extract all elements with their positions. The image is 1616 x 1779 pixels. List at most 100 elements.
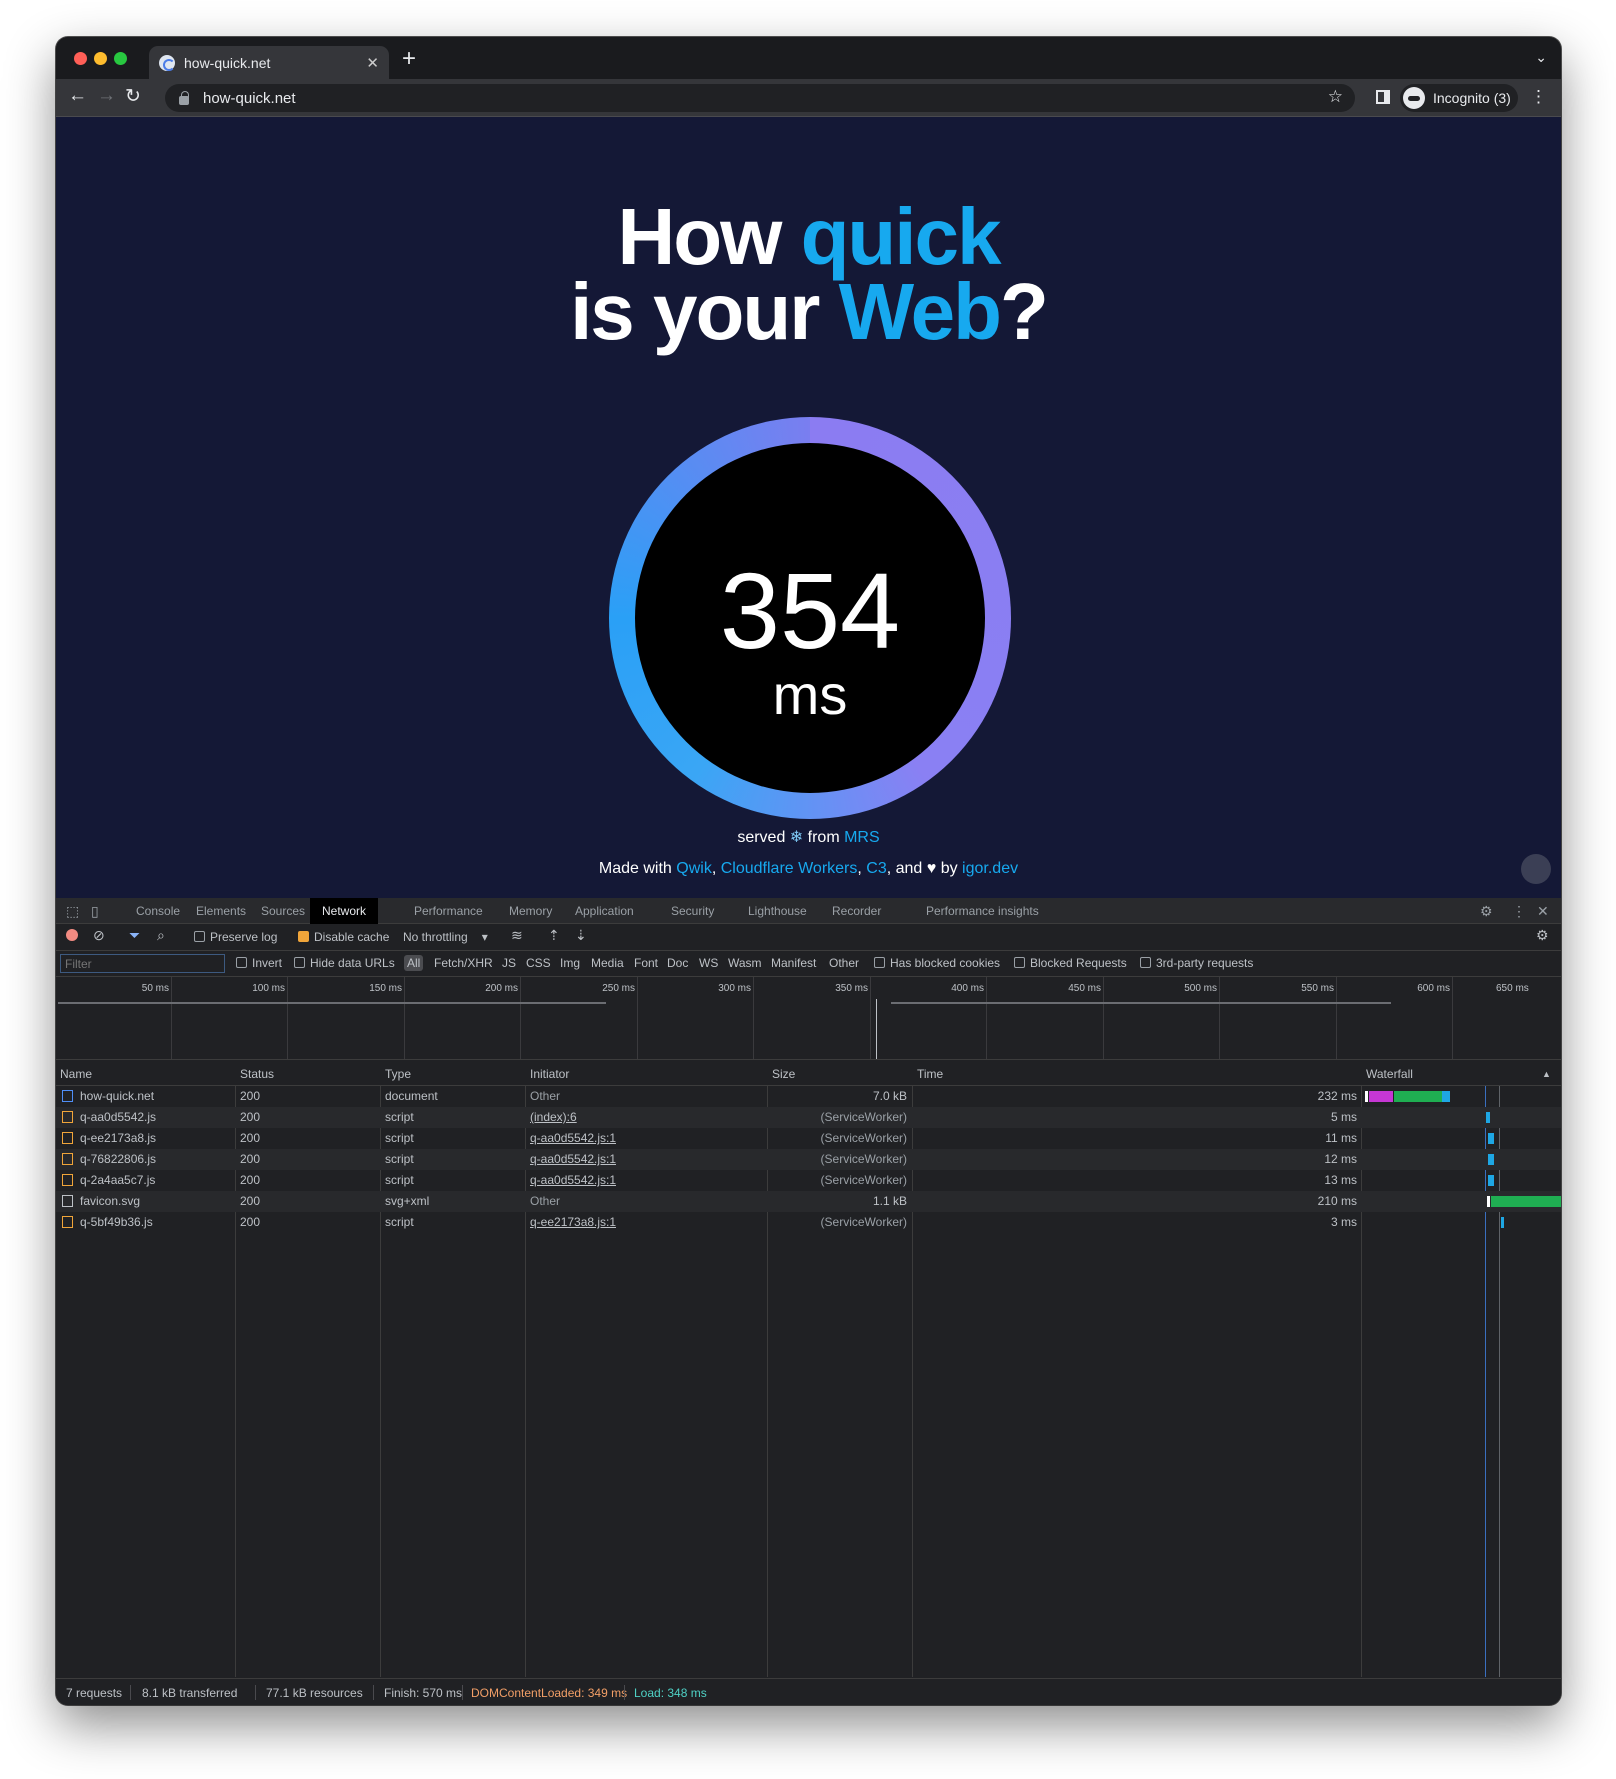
zoom-window-button[interactable] — [114, 52, 127, 65]
row-initiator-link[interactable]: (index):6 — [530, 1107, 577, 1128]
c3-link[interactable]: C3 — [866, 860, 886, 877]
blocked-requests-checkbox[interactable]: Blocked Requests — [1014, 956, 1127, 970]
side-panel-icon[interactable] — [1376, 90, 1390, 104]
disable-cache-checkbox[interactable]: Disable cache — [298, 930, 389, 944]
col-type[interactable]: Type — [385, 1067, 411, 1081]
speed-gauge-ring: 354 ms — [609, 417, 1011, 819]
tab-performance[interactable]: Performance — [402, 898, 495, 924]
requests-table: Name Status Type Initiator Size Time Wat… — [56, 1060, 1561, 1677]
filter-funnel-icon[interactable]: ⏷ — [129, 927, 140, 944]
back-arrow-icon[interactable]: ← — [68, 85, 87, 107]
row-initiator-link[interactable]: q-aa0d5542.js:1 — [530, 1170, 616, 1191]
filter-input[interactable] — [60, 954, 225, 973]
new-tab-button[interactable]: + — [402, 45, 416, 73]
col-initiator[interactable]: Initiator — [530, 1067, 569, 1081]
close-window-button[interactable] — [74, 52, 87, 65]
filter-type-doc[interactable]: Doc — [667, 956, 688, 970]
table-row[interactable]: q-76822806.js 200 script q-aa0d5542.js:1… — [56, 1149, 1561, 1170]
table-row[interactable]: q-2a4aa5c7.js 200 script q-aa0d5542.js:1… — [56, 1170, 1561, 1191]
col-time[interactable]: Time — [917, 1067, 943, 1081]
tab-console[interactable]: Console — [124, 898, 192, 924]
tab-lighthouse[interactable]: Lighthouse — [736, 898, 819, 924]
igor-dev-link[interactable]: igor.dev — [962, 860, 1018, 877]
col-waterfall[interactable]: Waterfall — [1366, 1067, 1413, 1081]
row-status: 200 — [240, 1173, 261, 1187]
browser-menu-icon[interactable]: ⋮ — [1530, 87, 1547, 107]
filter-type-css[interactable]: CSS — [526, 956, 551, 970]
inspect-element-icon[interactable]: ⬚ — [66, 903, 79, 920]
col-size[interactable]: Size — [772, 1067, 795, 1081]
filter-type-font[interactable]: Font — [634, 956, 658, 970]
network-overview[interactable]: 50 ms 100 ms 150 ms 200 ms 250 ms 300 ms… — [56, 977, 1561, 1060]
device-toolbar-icon[interactable]: ▯ — [91, 903, 99, 920]
cloudflare-workers-link[interactable]: Cloudflare Workers — [721, 860, 858, 877]
clear-icon[interactable]: ⊘ — [93, 927, 105, 944]
table-row[interactable]: how-quick.net 200 document Other 7.0 kB … — [56, 1086, 1561, 1107]
tab-search-chevron-icon[interactable]: ⌄ — [1535, 49, 1547, 66]
overview-gridline — [1336, 977, 1337, 1059]
checkbox-box — [874, 957, 885, 968]
filter-type-media[interactable]: Media — [591, 956, 624, 970]
browser-tab[interactable]: how-quick.net ✕ — [149, 46, 389, 79]
filter-type-ws[interactable]: WS — [699, 956, 718, 970]
invert-checkbox[interactable]: Invert — [236, 956, 282, 970]
devtools-menu-icon[interactable]: ⋮ — [1512, 903, 1526, 920]
preserve-log-checkbox[interactable]: Preserve log — [194, 930, 277, 944]
export-har-icon[interactable]: ⇣ — [575, 927, 587, 944]
overview-gridline — [287, 977, 288, 1059]
tab-elements[interactable]: Elements — [184, 898, 258, 924]
incognito-avatar-icon — [1403, 87, 1425, 109]
tab-memory[interactable]: Memory — [497, 898, 564, 924]
address-bar[interactable]: how-quick.net ☆ — [165, 84, 1355, 112]
import-har-icon[interactable]: ⇡ — [548, 927, 560, 944]
reload-icon[interactable]: ↻ — [125, 85, 141, 108]
filter-type-other[interactable]: Other — [829, 956, 859, 970]
hide-data-urls-checkbox[interactable]: Hide data URLs — [294, 956, 395, 970]
row-initiator-link[interactable]: q-aa0d5542.js:1 — [530, 1149, 616, 1170]
table-row[interactable]: favicon.svg 200 svg+xml Other 1.1 kB 210… — [56, 1191, 1561, 1212]
throttling-select[interactable]: No throttling ▾ — [403, 930, 488, 944]
network-settings-icon[interactable]: ⚙ — [1536, 927, 1549, 944]
close-devtools-icon[interactable]: ✕ — [1537, 903, 1549, 920]
browser-window: how-quick.net ✕ + ⌄ ← → ↻ how-quick.net … — [56, 37, 1561, 1705]
row-name: q-aa0d5542.js — [80, 1110, 157, 1124]
filter-type-img[interactable]: Img — [560, 956, 580, 970]
qwik-link[interactable]: Qwik — [676, 860, 712, 877]
settings-gear-icon[interactable]: ⚙ — [1480, 903, 1493, 920]
network-conditions-icon[interactable]: ≋ — [511, 927, 523, 944]
row-initiator-link[interactable]: q-aa0d5542.js:1 — [530, 1128, 616, 1149]
github-icon[interactable] — [1521, 854, 1551, 884]
tab-recorder[interactable]: Recorder — [820, 898, 893, 924]
third-party-requests-checkbox[interactable]: 3rd-party requests — [1140, 956, 1253, 970]
blocked-requests-label: Blocked Requests — [1030, 956, 1127, 970]
summary-requests: 7 requests — [66, 1686, 123, 1700]
filter-type-all[interactable]: All — [404, 955, 424, 971]
tab-application[interactable]: Application — [563, 898, 646, 924]
bookmark-star-icon[interactable]: ☆ — [1328, 87, 1343, 107]
incognito-profile-button[interactable]: Incognito (3) — [1400, 84, 1518, 112]
col-status[interactable]: Status — [240, 1067, 274, 1081]
has-blocked-cookies-checkbox[interactable]: Has blocked cookies — [874, 956, 1000, 970]
filter-type-fetch-xhr[interactable]: Fetch/XHR — [434, 956, 493, 970]
table-row[interactable]: q-aa0d5542.js 200 script (index):6 (Serv… — [56, 1107, 1561, 1128]
waterfall-bar — [1488, 1175, 1494, 1186]
tab-security[interactable]: Security — [659, 898, 726, 924]
row-name: q-2a4aa5c7.js — [80, 1173, 156, 1187]
filter-type-wasm[interactable]: Wasm — [728, 956, 762, 970]
minimize-window-button[interactable] — [94, 52, 107, 65]
row-initiator-link[interactable]: q-ee2173a8.js:1 — [530, 1212, 616, 1233]
close-tab-icon[interactable]: ✕ — [366, 54, 379, 72]
table-row[interactable]: q-5bf49b36.js 200 script q-ee2173a8.js:1… — [56, 1212, 1561, 1233]
row-status: 200 — [240, 1152, 261, 1166]
search-icon[interactable]: ⌕ — [157, 927, 165, 944]
table-row[interactable]: q-ee2173a8.js 200 script q-aa0d5542.js:1… — [56, 1128, 1561, 1149]
filter-type-manifest[interactable]: Manifest — [771, 956, 816, 970]
record-icon[interactable] — [66, 929, 78, 941]
col-name[interactable]: Name — [60, 1067, 92, 1081]
tab-sources[interactable]: Sources — [249, 898, 317, 924]
filter-type-js[interactable]: JS — [502, 956, 516, 970]
forward-arrow-icon[interactable]: → — [97, 85, 116, 107]
sort-up-icon[interactable]: ▲ — [1542, 1069, 1551, 1079]
tab-network[interactable]: Network — [310, 898, 379, 924]
tab-performance-insights[interactable]: Performance insights — [914, 898, 1051, 924]
